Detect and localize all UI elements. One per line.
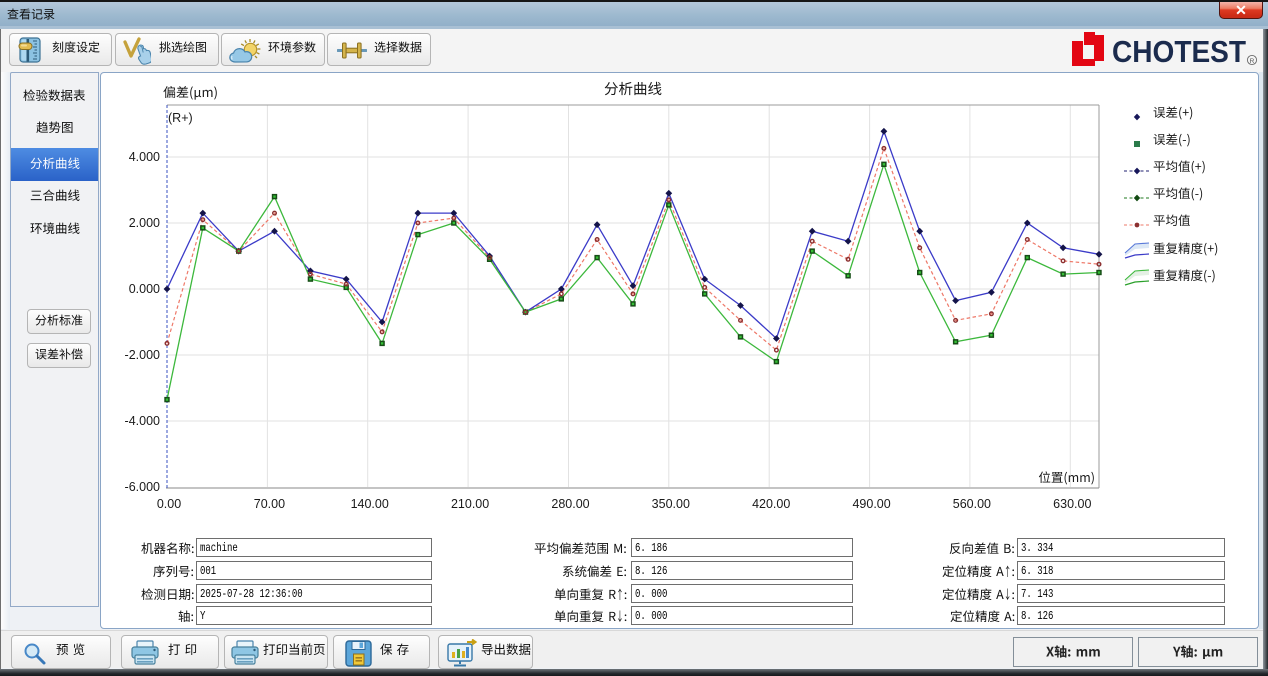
svg-text:(R+): (R+) [168, 111, 193, 125]
svg-text:R: R [1250, 58, 1255, 65]
svg-text:2.000: 2.000 [129, 216, 160, 230]
svg-text:4.000: 4.000 [129, 150, 160, 164]
svg-text:630.00: 630.00 [1053, 497, 1091, 511]
svg-text:-2.000: -2.000 [125, 348, 160, 362]
svg-text:-4.000: -4.000 [125, 414, 160, 428]
svg-text:-6.000: -6.000 [125, 480, 160, 494]
svg-text:420.00: 420.00 [752, 497, 790, 511]
svg-text:350.00: 350.00 [652, 497, 690, 511]
svg-text:560.00: 560.00 [953, 497, 991, 511]
svg-text:210.00: 210.00 [451, 497, 489, 511]
svg-text:490.00: 490.00 [852, 497, 890, 511]
svg-text:280.00: 280.00 [551, 497, 589, 511]
svg-text:0.000: 0.000 [129, 282, 160, 296]
svg-text:70.00: 70.00 [254, 497, 285, 511]
svg-text:0.00: 0.00 [157, 497, 181, 511]
svg-text:CHOTEST: CHOTEST [1112, 34, 1246, 68]
svg-text:140.00: 140.00 [351, 497, 389, 511]
